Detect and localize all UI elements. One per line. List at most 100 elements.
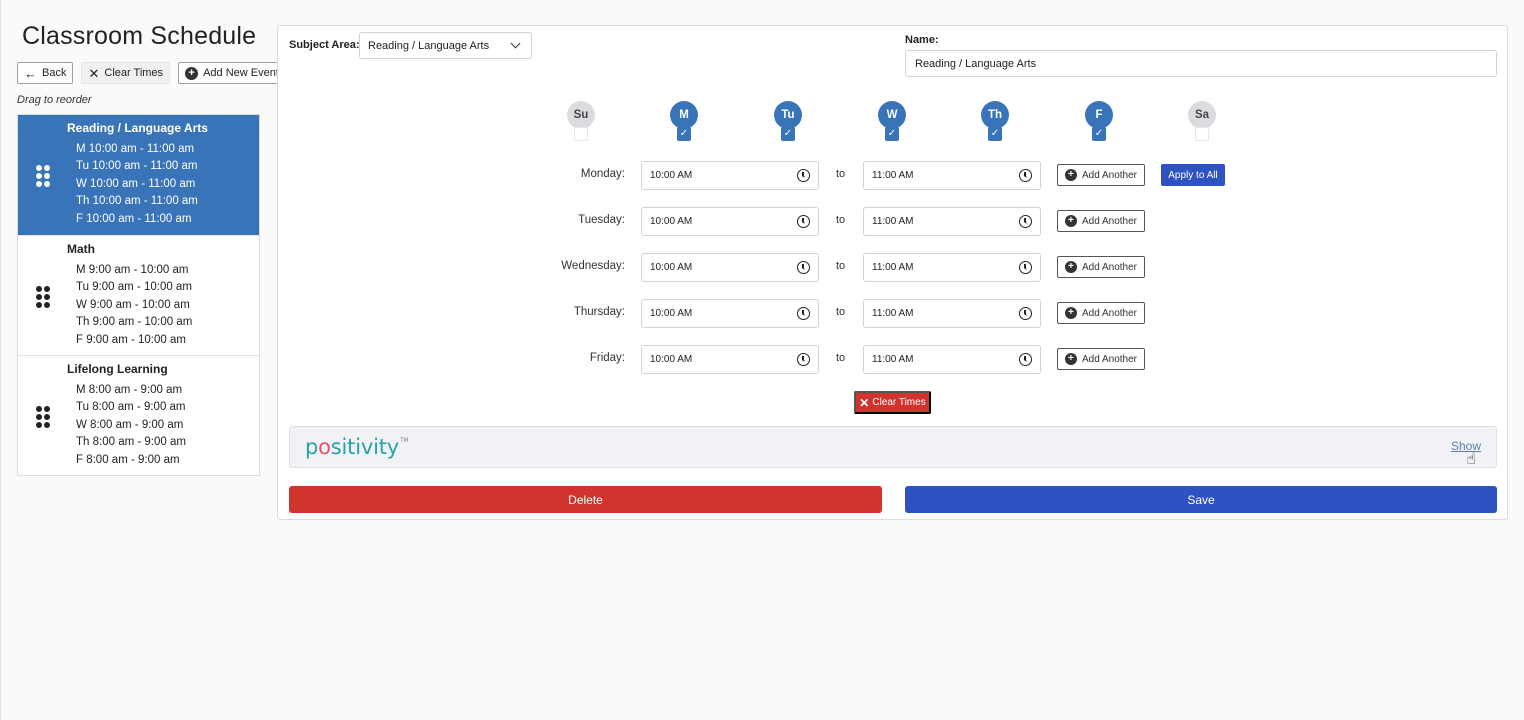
- day-circle[interactable]: Su: [567, 101, 595, 129]
- add-another-label: Add Another: [1081, 353, 1138, 365]
- day-circle[interactable]: M: [670, 101, 698, 129]
- subject-area-select[interactable]: Reading / Language Arts: [359, 32, 532, 59]
- clear-times-button[interactable]: ✕ Clear Times: [81, 62, 171, 84]
- event-title: Lifelong Learning: [67, 362, 168, 376]
- add-another-label: Add Another: [1081, 169, 1138, 181]
- event-time: Tu 9:00 am - 10:00 am: [76, 281, 192, 294]
- delete-button[interactable]: Delete: [289, 486, 882, 513]
- drag-handle-icon[interactable]: [36, 406, 50, 428]
- close-icon: ✕: [859, 395, 870, 410]
- clear-times-label: Clear Times: [872, 397, 926, 408]
- day-circle[interactable]: Sa: [1188, 101, 1216, 129]
- end-time-value: 11:00 AM: [872, 262, 914, 273]
- add-new-event-button-label: Add New Event: [203, 67, 279, 79]
- event-card-lifelong-learning[interactable]: Lifelong Learning M 8:00 am - 9:00 am Tu…: [18, 355, 259, 475]
- plus-circle-icon: +: [1064, 307, 1077, 319]
- add-new-event-button[interactable]: + Add New Event: [178, 62, 286, 84]
- start-time-input-thursday[interactable]: 10:00 AM: [641, 299, 819, 328]
- clock-icon[interactable]: [797, 353, 810, 366]
- back-button[interactable]: ← Back: [17, 62, 74, 84]
- end-time-value: 11:00 AM: [872, 216, 914, 227]
- event-time: W 9:00 am - 10:00 am: [76, 298, 190, 311]
- check-icon[interactable]: ✓: [677, 127, 691, 141]
- add-another-label: Add Another: [1081, 261, 1138, 273]
- chevron-down-icon: [510, 38, 521, 49]
- clock-icon[interactable]: [797, 169, 810, 182]
- clock-icon[interactable]: [797, 215, 810, 228]
- event-time: Tu 10:00 am - 11:00 am: [76, 160, 198, 173]
- end-time-input-thursday[interactable]: 11:00 AM: [863, 299, 1041, 328]
- event-title: Reading / Language Arts: [67, 121, 208, 135]
- end-time-input-tuesday[interactable]: 11:00 AM: [863, 207, 1041, 236]
- day-toggle-sunday[interactable]: Su ✓: [567, 101, 595, 141]
- event-time: Th 10:00 am - 11:00 am: [76, 195, 198, 208]
- add-another-button-friday[interactable]: + Add Another: [1057, 348, 1145, 370]
- event-time: M 10:00 am - 11:00 am: [76, 143, 195, 155]
- day-toggle-monday[interactable]: M ✓: [670, 101, 698, 141]
- event-time: F 10:00 am - 11:00 am: [76, 212, 192, 225]
- drag-handle-icon[interactable]: [36, 286, 50, 308]
- save-button[interactable]: Save: [905, 486, 1497, 513]
- add-another-button-monday[interactable]: + Add Another: [1057, 164, 1145, 186]
- to-label: to: [836, 352, 846, 364]
- event-time: Tu 8:00 am - 9:00 am: [76, 401, 186, 414]
- start-time-input-tuesday[interactable]: 10:00 AM: [641, 207, 819, 236]
- plus-circle-icon: +: [1064, 261, 1077, 273]
- apply-to-all-button[interactable]: Apply to All: [1161, 164, 1225, 186]
- row-label-wednesday: Wednesday:: [561, 260, 625, 272]
- day-circle[interactable]: W: [878, 101, 906, 129]
- end-time-input-monday[interactable]: 11:00 AM: [863, 161, 1041, 190]
- end-time-input-friday[interactable]: 11:00 AM: [863, 345, 1041, 374]
- end-time-input-wednesday[interactable]: 11:00 AM: [863, 253, 1041, 282]
- add-another-button-wednesday[interactable]: + Add Another: [1057, 256, 1145, 278]
- day-checkbox[interactable]: ✓: [1195, 127, 1209, 141]
- start-time-input-wednesday[interactable]: 10:00 AM: [641, 253, 819, 282]
- add-another-button-thursday[interactable]: + Add Another: [1057, 302, 1145, 324]
- event-card-math[interactable]: Math M 9:00 am - 10:00 am Tu 9:00 am - 1…: [18, 235, 259, 355]
- add-another-label: Add Another: [1081, 215, 1138, 227]
- check-icon[interactable]: ✓: [1092, 127, 1106, 141]
- clock-icon[interactable]: [797, 307, 810, 320]
- arrow-left-icon: ←: [24, 65, 37, 81]
- name-label: Name:: [905, 34, 939, 46]
- clock-icon[interactable]: [797, 261, 810, 274]
- to-label: to: [836, 168, 846, 180]
- clock-icon[interactable]: [1019, 169, 1032, 182]
- drag-handle-icon[interactable]: [36, 165, 50, 187]
- event-editor-panel: Subject Area: Reading / Language Arts Na…: [277, 25, 1508, 520]
- event-time: W 8:00 am - 9:00 am: [76, 418, 184, 431]
- clock-icon[interactable]: [1019, 307, 1032, 320]
- to-label: to: [836, 260, 846, 272]
- day-circle[interactable]: Th: [981, 101, 1009, 129]
- start-time-input-friday[interactable]: 10:00 AM: [641, 345, 819, 374]
- check-icon[interactable]: ✓: [988, 127, 1002, 141]
- start-time-value: 10:00 AM: [650, 262, 693, 273]
- day-circle[interactable]: F: [1085, 101, 1113, 129]
- clock-icon[interactable]: [1019, 353, 1032, 366]
- clear-times-schedule-button[interactable]: ✕ Clear Times: [854, 391, 931, 414]
- day-toggle-friday[interactable]: F ✓: [1085, 101, 1113, 141]
- check-icon[interactable]: ✓: [781, 127, 795, 141]
- start-time-input-monday[interactable]: 10:00 AM: [641, 161, 819, 190]
- day-toggle-wednesday[interactable]: W ✓: [878, 101, 906, 141]
- day-checkbox[interactable]: ✓: [574, 127, 588, 141]
- row-label-tuesday: Tuesday:: [578, 214, 625, 226]
- day-toggle-saturday[interactable]: Sa ✓: [1188, 101, 1216, 141]
- clock-icon[interactable]: [1019, 261, 1032, 274]
- event-time: Th 9:00 am - 10:00 am: [76, 316, 193, 329]
- day-circle[interactable]: Tu: [774, 101, 802, 129]
- event-time: W 10:00 am - 11:00 am: [76, 177, 196, 190]
- row-label-thursday: Thursday:: [573, 306, 625, 318]
- clock-icon[interactable]: [1019, 215, 1032, 228]
- hand-cursor-icon: ☝: [1466, 451, 1476, 468]
- add-another-button-tuesday[interactable]: + Add Another: [1057, 210, 1145, 232]
- event-time: M 8:00 am - 9:00 am: [76, 384, 183, 396]
- name-input[interactable]: [905, 50, 1497, 77]
- event-card-reading[interactable]: Reading / Language Arts M 10:00 am - 11:…: [18, 115, 259, 235]
- day-toggle-tuesday[interactable]: Tu ✓: [774, 101, 802, 141]
- event-list: Reading / Language Arts M 10:00 am - 11:…: [17, 114, 260, 476]
- add-another-label: Add Another: [1081, 307, 1138, 319]
- check-icon[interactable]: ✓: [885, 127, 899, 141]
- page-title: Classroom Schedule: [22, 22, 257, 50]
- day-toggle-thursday[interactable]: Th ✓: [981, 101, 1009, 141]
